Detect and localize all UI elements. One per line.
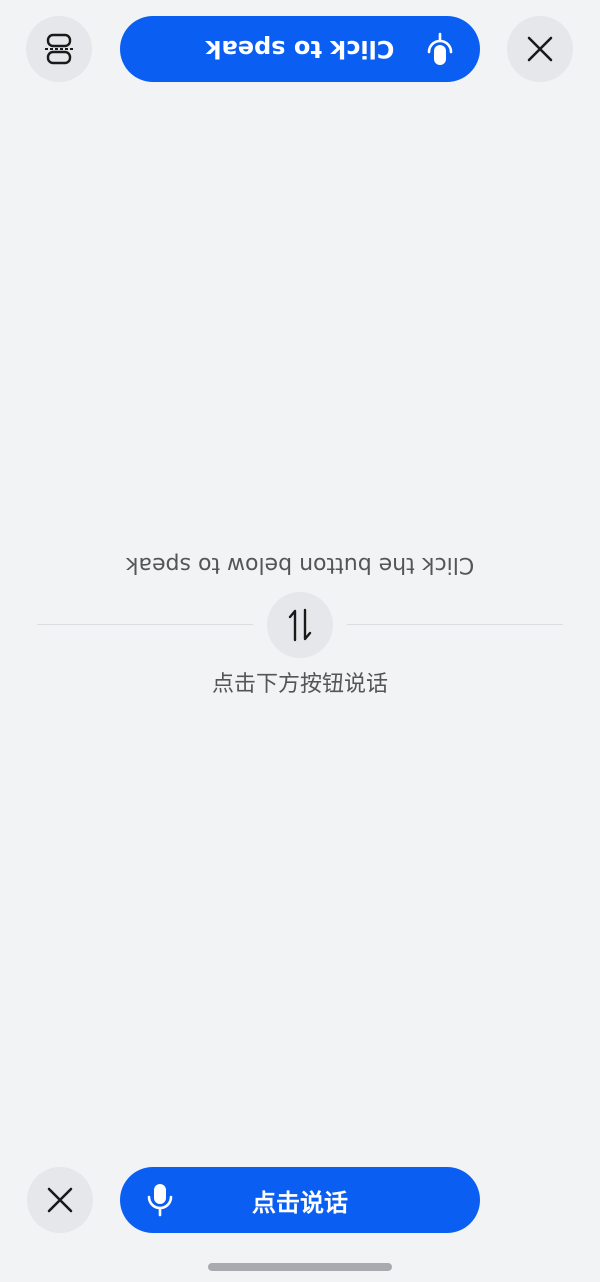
top-speak-button[interactable]: Click to speak	[120, 16, 480, 82]
home-indicator[interactable]	[208, 1263, 392, 1271]
top-speak-label: Click to speak	[205, 35, 395, 63]
swap-direction-button[interactable]	[267, 592, 333, 658]
bottom-speak-label: 点击说话	[252, 1188, 348, 1217]
divider-right	[347, 624, 563, 625]
divider-left	[37, 624, 253, 625]
bottom-prompt-text: 点击下方按钮说话	[211, 672, 388, 697]
layout-toggle-button[interactable]	[26, 16, 92, 82]
bottom-speak-button[interactable]: 点击说话	[120, 1167, 480, 1233]
swap-direction-icon	[288, 608, 312, 642]
top-close-button[interactable]	[507, 16, 573, 82]
bottom-close-button[interactable]	[27, 1167, 93, 1233]
split-layout-icon	[45, 33, 73, 65]
top-prompt-text: Click the button below to speak	[125, 552, 475, 577]
close-icon	[47, 1187, 73, 1213]
close-icon	[527, 36, 553, 62]
